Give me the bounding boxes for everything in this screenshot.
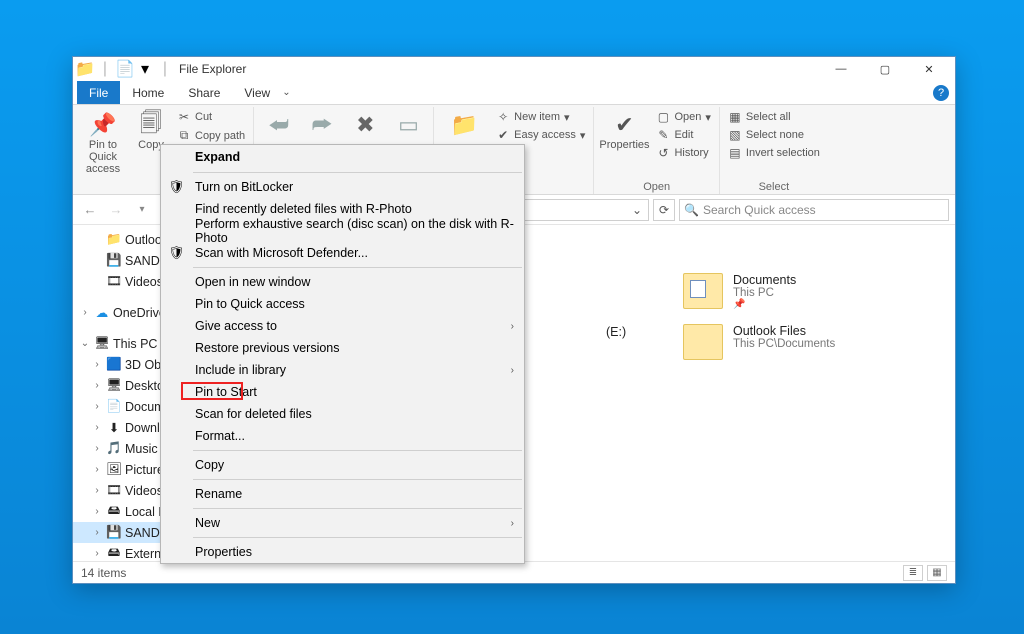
ctx-scan-deleted[interactable]: Scan for deleted files bbox=[161, 403, 524, 425]
open-icon: ▢ bbox=[656, 110, 670, 124]
title-bar: 📁 | 📄 ▾ | File Explorer — ▢ ✕ bbox=[73, 57, 955, 81]
invert-icon: ▤ bbox=[728, 146, 742, 160]
delete-icon: ✖ bbox=[356, 111, 374, 139]
status-bar: 14 items ≣ ▦ bbox=[73, 561, 955, 583]
move-icon: ⮨ bbox=[269, 111, 289, 139]
view-large-button[interactable]: ▦ bbox=[927, 565, 947, 581]
folder-icon bbox=[683, 273, 723, 309]
cut-button[interactable]: ✂Cut bbox=[175, 109, 247, 125]
ctx-pin-quick[interactable]: Pin to Quick access bbox=[161, 293, 524, 315]
maximize-button[interactable]: ▢ bbox=[863, 57, 907, 81]
chevron-down-icon[interactable]: ⌄ bbox=[632, 203, 642, 217]
pin-quick-access-button[interactable]: 📌 Pin to Quick access bbox=[79, 109, 127, 175]
ctx-give-access[interactable]: Give access to› bbox=[161, 315, 524, 337]
shield-icon: 🛡 bbox=[168, 179, 184, 195]
history-icon: ↺ bbox=[656, 146, 670, 160]
select-none-button[interactable]: ▧Select none bbox=[726, 127, 822, 143]
status-count: 14 items bbox=[81, 566, 126, 580]
window-title: File Explorer bbox=[179, 62, 246, 76]
move-to-button[interactable]: ⮨ bbox=[260, 109, 297, 139]
tab-file[interactable]: File bbox=[77, 81, 120, 104]
item-title: Outlook Files bbox=[733, 324, 835, 338]
pin-icon: 📌 bbox=[89, 111, 116, 139]
pin-icon: 📌 bbox=[733, 299, 796, 310]
forward-button[interactable]: → bbox=[105, 199, 127, 221]
chevron-right-icon: › bbox=[511, 321, 514, 332]
rename-icon: ▭ bbox=[398, 111, 419, 139]
tab-home[interactable]: Home bbox=[120, 81, 176, 104]
ribbon-collapse-icon[interactable]: ⌄ bbox=[282, 87, 290, 98]
search-icon: 🔍 bbox=[684, 203, 699, 217]
item-subtitle: This PC\Documents bbox=[733, 338, 835, 350]
select-all-button[interactable]: ▦Select all bbox=[726, 109, 822, 125]
path-icon: ⧉ bbox=[177, 128, 191, 143]
copy-to-icon: ⮫ bbox=[312, 111, 332, 139]
rename-button[interactable]: ▭ bbox=[390, 109, 427, 139]
tab-share[interactable]: Share bbox=[176, 81, 232, 104]
qat-menu-icon[interactable]: ▾ bbox=[137, 61, 153, 77]
ctx-copy[interactable]: Copy bbox=[161, 454, 524, 476]
new-item-icon: ✧ bbox=[496, 110, 510, 124]
recent-button[interactable]: ▾ bbox=[131, 199, 153, 221]
ctx-rphoto-scan[interactable]: Perform exhaustive search (disc scan) on… bbox=[161, 220, 524, 242]
ctx-new[interactable]: New› bbox=[161, 512, 524, 534]
highlight-box bbox=[181, 382, 243, 400]
properties-button[interactable]: ✔ Properties bbox=[600, 109, 648, 151]
invert-selection-button[interactable]: ▤Invert selection bbox=[726, 145, 822, 161]
ctx-expand[interactable]: Expand bbox=[161, 145, 524, 169]
view-details-button[interactable]: ≣ bbox=[903, 565, 923, 581]
easy-access-button[interactable]: ✔Easy access ▾ bbox=[494, 127, 587, 143]
ctx-bitlocker[interactable]: 🛡Turn on BitLocker bbox=[161, 176, 524, 198]
easy-access-icon: ✔ bbox=[496, 128, 510, 142]
tab-view[interactable]: View bbox=[232, 81, 282, 104]
drive-e-label[interactable]: (E:) bbox=[606, 325, 626, 339]
refresh-button[interactable]: ⟳ bbox=[653, 199, 675, 221]
folder-icon bbox=[683, 324, 723, 360]
history-button[interactable]: ↺History bbox=[654, 145, 712, 161]
new-folder-icon: 📁 bbox=[450, 111, 477, 139]
ctx-defender[interactable]: 🛡Scan with Microsoft Defender... bbox=[161, 242, 524, 264]
context-menu: Expand 🛡Turn on BitLocker Find recently … bbox=[160, 144, 525, 564]
open-button[interactable]: ▢Open ▾ bbox=[654, 109, 712, 125]
properties-icon: ✔ bbox=[615, 111, 633, 139]
cut-icon: ✂ bbox=[177, 110, 191, 124]
minimize-button[interactable]: — bbox=[819, 57, 863, 81]
quick-access-toolbar: 📁 | 📄 ▾ | bbox=[77, 61, 173, 77]
edit-button[interactable]: ✎Edit bbox=[654, 127, 712, 143]
folder-icon: 📁 bbox=[77, 61, 93, 77]
ctx-restore[interactable]: Restore previous versions bbox=[161, 337, 524, 359]
search-placeholder: Search Quick access bbox=[703, 203, 816, 217]
file-icon[interactable]: 📄 bbox=[117, 61, 133, 77]
ribbon-tabs: File Home Share View ⌄ ? bbox=[73, 81, 955, 105]
chevron-right-icon: › bbox=[511, 518, 514, 529]
chevron-right-icon: › bbox=[511, 365, 514, 376]
new-folder-button[interactable]: 📁 bbox=[440, 109, 488, 139]
item-subtitle: This PC bbox=[733, 287, 796, 299]
ctx-include-lib[interactable]: Include in library› bbox=[161, 359, 524, 381]
item-outlook[interactable]: Outlook Files This PC\Documents bbox=[683, 324, 835, 360]
new-item-button[interactable]: ✧New item ▾ bbox=[494, 109, 587, 125]
edit-icon: ✎ bbox=[656, 128, 670, 142]
copy-icon: 🗐 bbox=[140, 111, 162, 139]
delete-button[interactable]: ✖ bbox=[347, 109, 384, 139]
select-none-icon: ▧ bbox=[728, 128, 742, 142]
ctx-rename[interactable]: Rename bbox=[161, 483, 524, 505]
qat-sep-icon: | bbox=[97, 61, 113, 77]
ctx-format[interactable]: Format... bbox=[161, 425, 524, 447]
ctx-properties[interactable]: Properties bbox=[161, 541, 524, 563]
search-input[interactable]: 🔍 Search Quick access bbox=[679, 199, 949, 221]
item-documents[interactable]: Documents This PC 📌 bbox=[683, 273, 835, 310]
back-button[interactable]: ← bbox=[79, 199, 101, 221]
copy-to-button[interactable]: ⮫ bbox=[303, 109, 340, 139]
help-icon[interactable]: ? bbox=[933, 85, 949, 101]
defender-icon: 🛡 bbox=[168, 245, 184, 261]
qat-sep-icon: | bbox=[157, 61, 173, 77]
item-title: Documents bbox=[733, 273, 796, 287]
close-button[interactable]: ✕ bbox=[907, 57, 951, 81]
select-all-icon: ▦ bbox=[728, 110, 742, 124]
copy-path-button[interactable]: ⧉Copy path bbox=[175, 127, 247, 144]
ctx-open-new[interactable]: Open in new window bbox=[161, 271, 524, 293]
